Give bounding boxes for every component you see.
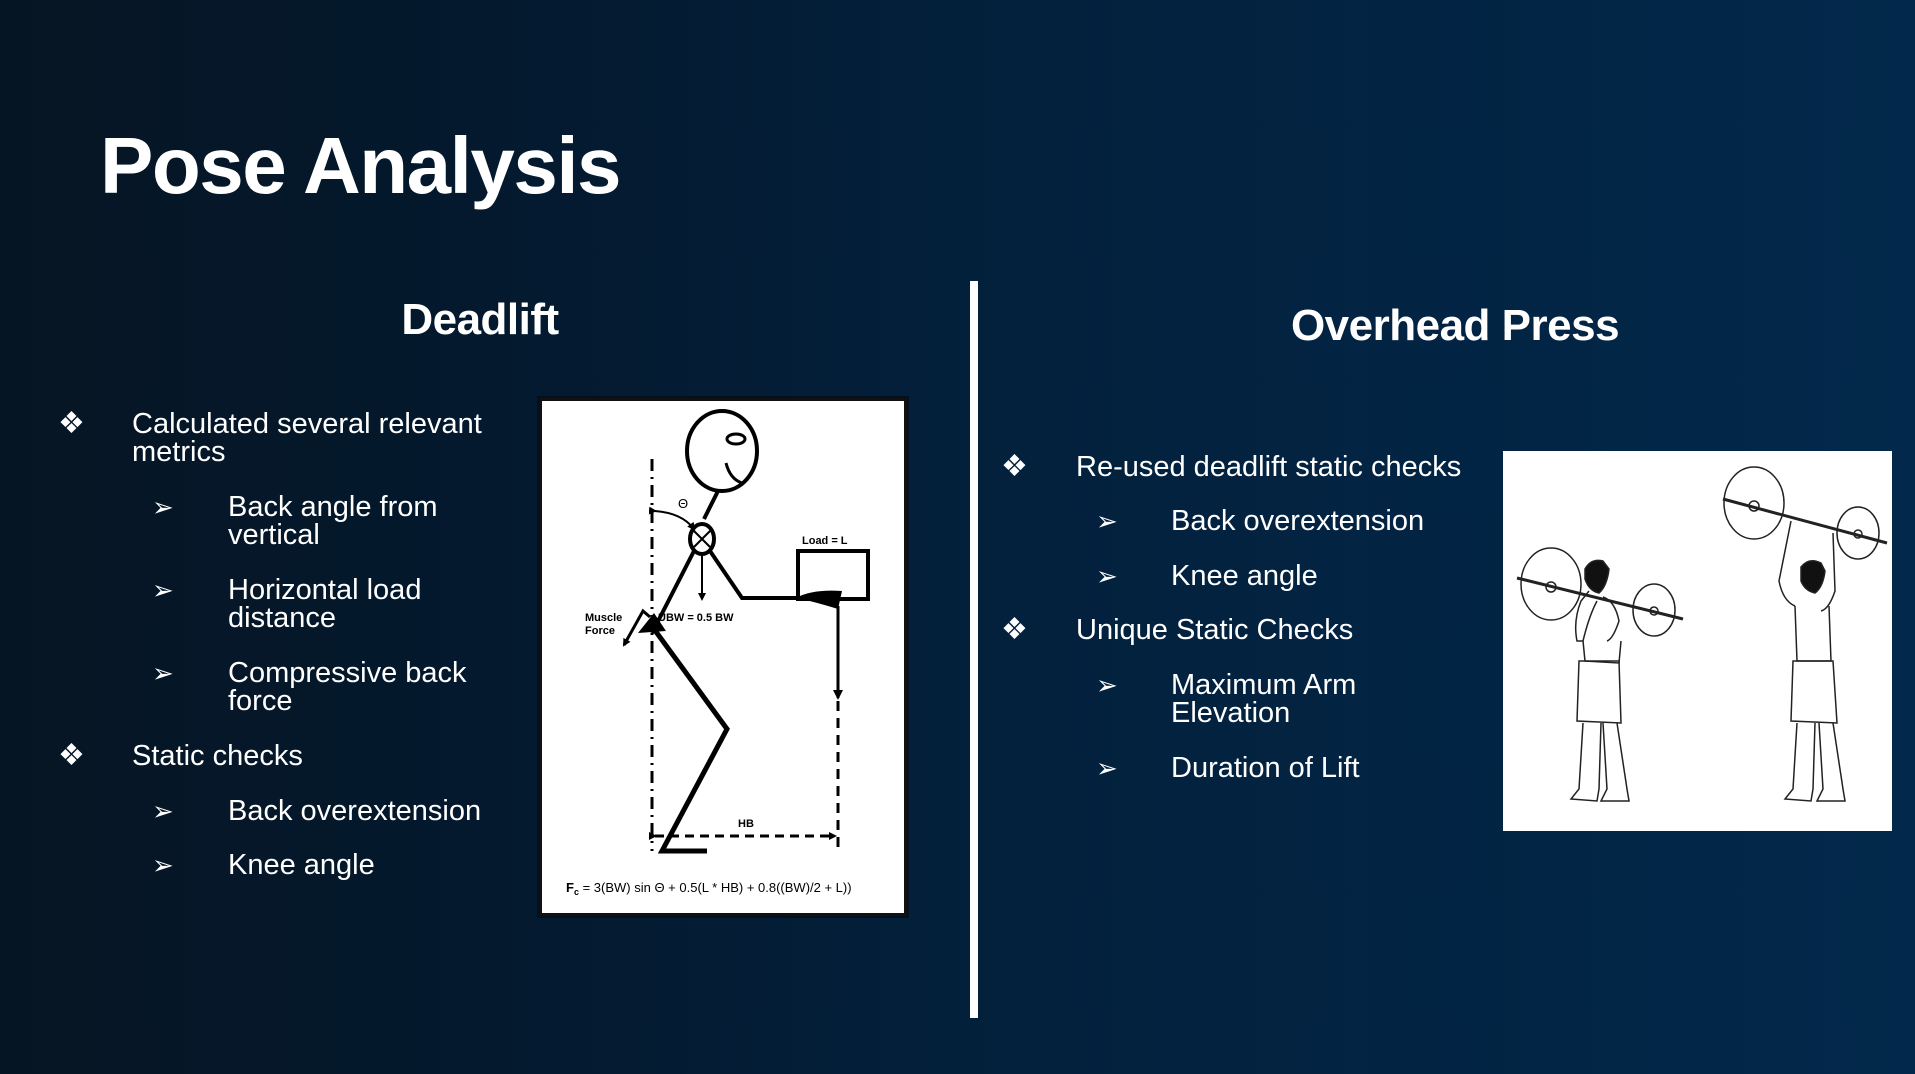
bullet-item: Knee angle [1171, 560, 1318, 592]
bullet-item: Duration of Lift [1171, 752, 1360, 784]
bullet-line: distance [228, 602, 337, 634]
compressive-force-formula: Fc = 3(BW) sin Θ + 0.5(L * HB) + 0.8((BW… [566, 880, 852, 897]
diamond-bullet-icon: ❖ [1001, 613, 1028, 646]
column-divider [970, 281, 978, 1018]
figure-leg [651, 627, 730, 854]
figure-eye [725, 432, 747, 446]
arrow-bullet-icon: ➢ [1096, 753, 1118, 783]
arrow-bullet-icon: ➢ [1096, 506, 1118, 536]
bullet-line: Back overextension [228, 795, 482, 827]
bullet-line: metrics [132, 436, 226, 468]
lifter-figures [1516, 466, 1888, 802]
hb-label: HB [738, 818, 754, 830]
arrow-bullet-icon: ➢ [152, 575, 174, 605]
bullet-line: Re-used deadlift static checks [1076, 451, 1462, 483]
theta-arc [648, 506, 696, 531]
diamond-bullet-icon: ❖ [58, 407, 85, 440]
bullet-line: Calculated several relevant [132, 408, 482, 440]
bullet-line: Duration of Lift [1171, 752, 1360, 784]
bullet-line: Horizontal load [228, 574, 422, 606]
deadlift-biomechanics-diagram: Θ UBW = 0.5 BW Load = L Muscle Force HB … [539, 398, 907, 916]
bullet-item: Maximum Arm Elevation [1171, 669, 1357, 729]
diamond-bullet-icon: ❖ [1001, 450, 1028, 483]
arrow-bullet-icon: ➢ [1096, 561, 1118, 591]
diamond-bullet-icon: ❖ [58, 739, 85, 772]
bullet-line: Static checks [132, 740, 303, 772]
arrow-bullet-icon: ➢ [1096, 670, 1118, 700]
bullet-item: Re-used deadlift static checks [1076, 451, 1462, 483]
theta-label: Θ [678, 496, 688, 511]
deadlift-heading: Deadlift [401, 295, 559, 344]
bullet-line: Back angle from [228, 491, 438, 523]
bullet-line: Back overextension [1171, 505, 1425, 537]
muscle-label: Muscle [585, 612, 622, 624]
lifter-overhead-position [1722, 466, 1888, 802]
ubw-label: UBW = 0.5 BW [658, 612, 734, 624]
slide-title: Pose Analysis [100, 121, 622, 210]
bullet-item: Static checks [132, 740, 303, 772]
bullet-item: Compressive back force [228, 657, 467, 717]
bullet-item: Horizontal load distance [228, 574, 422, 634]
lifter-start-position [1516, 547, 1684, 802]
stick-figure-diagram: Θ UBW = 0.5 BW Load = L Muscle Force HB … [566, 409, 870, 897]
bullet-line: Knee angle [228, 849, 375, 881]
bullet-item: Back angle from vertical [228, 491, 438, 551]
arrow-bullet-icon: ➢ [152, 658, 174, 688]
overhead-press-heading: Overhead Press [1290, 301, 1620, 350]
overhead-press-illustration [1503, 451, 1892, 831]
bullet-line: Elevation [1171, 697, 1291, 729]
arrow-bullet-icon: ➢ [152, 796, 174, 826]
bullet-item: Back overextension [1171, 505, 1425, 537]
figure-head [685, 409, 759, 493]
bullet-line: Compressive back [228, 657, 467, 689]
bullet-item: Unique Static Checks [1076, 614, 1354, 646]
bullet-line: Knee angle [1171, 560, 1318, 592]
bullet-line: force [228, 685, 293, 717]
bullet-line: Unique Static Checks [1076, 614, 1354, 646]
bullet-line: Maximum Arm [1171, 669, 1357, 701]
bullet-line: vertical [228, 519, 320, 551]
bullet-item: Calculated several relevant metrics [132, 408, 482, 468]
arrow-bullet-icon: ➢ [152, 492, 174, 522]
bullet-item: Back overextension [228, 795, 482, 827]
force-label: Force [585, 625, 615, 637]
figure-mouth [724, 462, 743, 485]
figure-arm [708, 549, 820, 600]
load-label: Load = L [802, 535, 848, 547]
bullet-item: Knee angle [228, 849, 375, 881]
arrow-bullet-icon: ➢ [152, 850, 174, 880]
